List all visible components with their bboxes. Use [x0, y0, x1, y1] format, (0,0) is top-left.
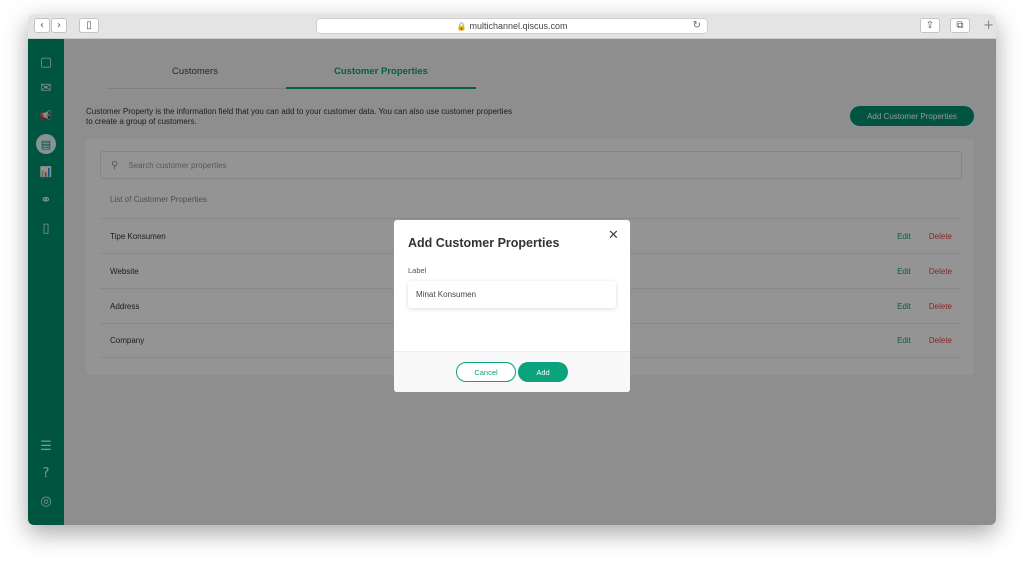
back-button[interactable]: ‹	[34, 18, 50, 33]
tabs-icon: ⧉	[956, 20, 964, 31]
app-content: ▢ ✉ 📢 ▤ 📊 ⚭ ▯ ☰ ? ◎ Customers Customer P…	[28, 39, 996, 525]
sidebar-toggle-button[interactable]: ▯	[79, 18, 99, 33]
sidebar-icon: ▯	[86, 20, 92, 31]
chevron-right-icon: ›	[57, 20, 61, 31]
address-bar[interactable]: 🔒 multichannel.qiscus.com ↻	[316, 18, 708, 34]
chevron-left-icon: ‹	[40, 20, 44, 31]
browser-window: ‹ › ▯ 🔒 multichannel.qiscus.com ↻ ⇪ ⧉ + …	[28, 14, 996, 525]
close-icon[interactable]: ✕	[608, 228, 619, 243]
dialog-title: Add Customer Properties	[408, 236, 560, 250]
browser-toolbar: ‹ › ▯ 🔒 multichannel.qiscus.com ↻ ⇪ ⧉ +	[28, 14, 996, 39]
cancel-button[interactable]: Cancel	[456, 362, 516, 382]
label-field-label: Label	[408, 266, 427, 275]
reload-icon[interactable]: ↻	[693, 20, 701, 31]
label-input[interactable]	[408, 281, 616, 308]
new-tab-button[interactable]: +	[983, 18, 994, 33]
add-property-dialog: Add Customer Properties ✕ Label Cancel A…	[394, 220, 630, 392]
url-text: multichannel.qiscus.com	[469, 21, 568, 31]
tab-overview-button[interactable]: ⧉	[950, 18, 970, 33]
forward-button[interactable]: ›	[51, 18, 67, 33]
share-icon: ⇪	[925, 20, 935, 31]
add-button[interactable]: Add	[518, 362, 568, 382]
share-button[interactable]: ⇪	[920, 18, 940, 33]
dialog-footer: Cancel Add	[394, 351, 630, 392]
lock-icon: 🔒	[456, 21, 467, 31]
